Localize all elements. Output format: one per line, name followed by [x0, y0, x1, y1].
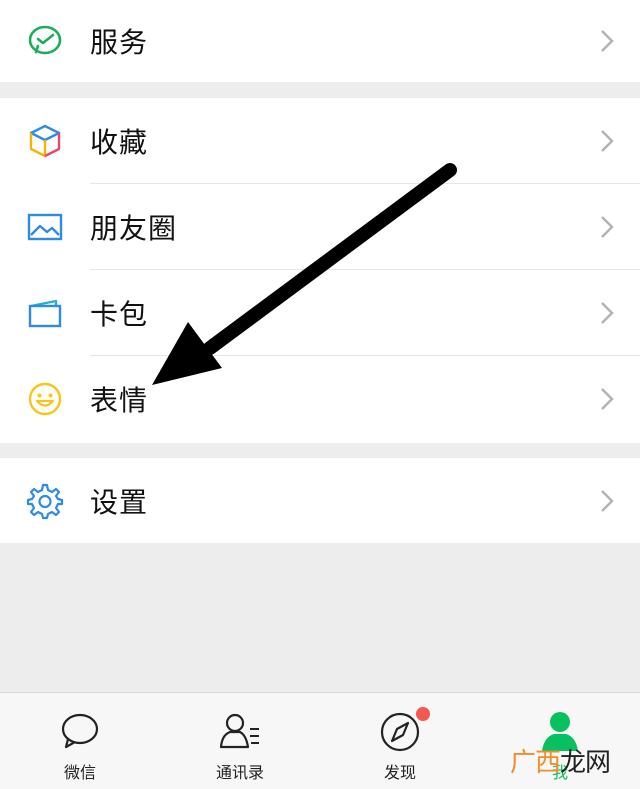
chevron-right-icon: [601, 388, 614, 410]
tab-label-discover: 发现: [383, 763, 416, 782]
wechat-pay-icon: [28, 25, 62, 55]
menu-label-moments: 朋友圈: [90, 212, 178, 245]
menu-label-settings: 设置: [90, 485, 149, 519]
services-group: 服务: [0, 0, 640, 82]
tab-chats[interactable]: 微信: [0, 693, 160, 789]
menu-item-cards[interactable]: 卡包: [0, 270, 640, 356]
menu-label-stickers: 表情: [90, 384, 149, 417]
tab-discover[interactable]: 发现: [320, 693, 480, 789]
watermark: 广西龙网: [510, 742, 611, 779]
menu-item-stickers[interactable]: 表情: [0, 356, 640, 442]
notification-badge: [416, 707, 430, 721]
chevron-right-icon: [601, 30, 614, 52]
menu-item-settings[interactable]: 设置: [0, 458, 640, 543]
chevron-right-icon: [601, 302, 614, 324]
chat-bubble-icon: [61, 713, 99, 749]
smiley-icon: [28, 382, 62, 416]
gear-icon: [26, 483, 64, 519]
cube-icon: [29, 124, 61, 158]
menu-label-cards: 卡包: [90, 298, 149, 331]
chevron-right-icon: [601, 489, 614, 512]
chevron-right-icon: [601, 216, 614, 238]
menu-item-services[interactable]: 服务: [0, 0, 640, 82]
tab-label-contacts: 通讯录: [215, 763, 264, 782]
menu-item-favorites[interactable]: 收藏: [0, 98, 640, 184]
watermark-part-a: 广西: [510, 748, 561, 778]
menu-item-moments[interactable]: 朋友圈: [0, 184, 640, 270]
picture-icon: [27, 213, 63, 241]
chevron-right-icon: [601, 130, 614, 152]
menu-label-services: 服务: [90, 26, 149, 59]
contacts-icon: [219, 713, 259, 749]
settings-group: 设置: [0, 458, 640, 543]
watermark-part-b: 龙网: [560, 748, 611, 778]
tab-contacts[interactable]: 通讯录: [160, 693, 320, 789]
features-group: 收藏 朋友圈 卡包 表情: [0, 98, 640, 443]
tab-label-chats: 微信: [63, 763, 96, 782]
menu-label-favorites: 收藏: [90, 126, 149, 159]
card-wallet-icon: [28, 299, 62, 328]
